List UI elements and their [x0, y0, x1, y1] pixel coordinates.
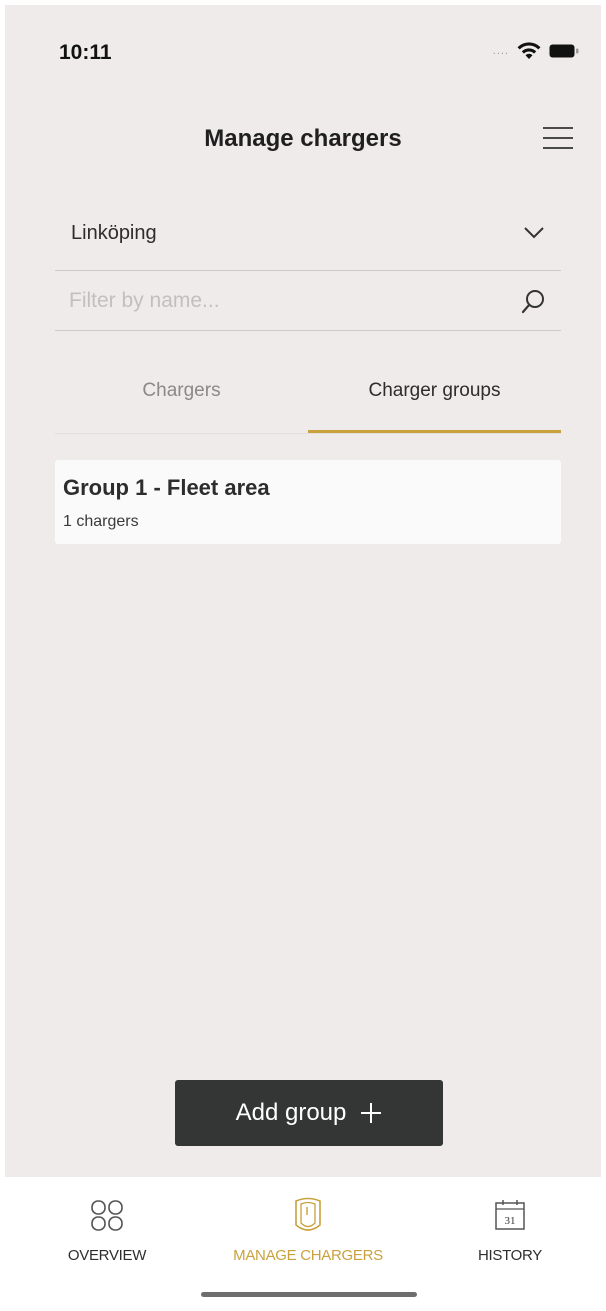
nav-history-label: HISTORY — [477, 1247, 543, 1264]
add-group-button[interactable]: Add group — [175, 1080, 443, 1146]
group-list-item[interactable]: Group 1 - Fleet area 1 chargers — [55, 460, 561, 544]
nav-overview[interactable]: OVERVIEW — [17, 1195, 197, 1264]
chevron-down-icon — [524, 227, 544, 239]
status-time: 10:11 — [59, 41, 112, 64]
location-dropdown[interactable]: Linköping — [55, 210, 561, 271]
plus-icon — [361, 1103, 382, 1123]
tab-chargers[interactable]: Chargers — [55, 365, 308, 433]
battery-icon — [549, 44, 579, 58]
search-input[interactable] — [67, 282, 491, 320]
status-icons: .... — [493, 41, 579, 61]
nav-manage-chargers-label: MANAGE CHARGERS — [233, 1247, 383, 1264]
page-title: Manage chargers — [204, 125, 402, 152]
charger-icon — [295, 1197, 321, 1231]
group-charger-count: 1 chargers — [63, 513, 139, 530]
nav-history[interactable]: 31 HISTORY — [420, 1195, 600, 1264]
overview-grid-icon — [91, 1200, 123, 1231]
signal-indicator: .... — [492, 44, 509, 57]
hamburger-menu-icon[interactable] — [541, 121, 575, 155]
calendar-day-number: 31 — [505, 1215, 516, 1227]
wifi-icon — [517, 42, 541, 59]
nav-manage-chargers[interactable]: MANAGE CHARGERS — [218, 1195, 398, 1264]
home-indicator — [201, 1292, 417, 1297]
group-name: Group 1 - Fleet area — [63, 475, 270, 500]
app-screen: 10:11 .... Manage chargers Linköping Fil… — [5, 5, 601, 1301]
tab-bar: Chargers Charger groups — [55, 365, 561, 434]
nav-overview-label: OVERVIEW — [67, 1247, 147, 1264]
bottom-nav: OVERVIEW MANAGE CHARGERS 31 HISTORY — [5, 1177, 601, 1301]
search-icon[interactable] — [521, 289, 545, 315]
search-field — [55, 272, 561, 331]
location-selected-value: Linköping — [71, 222, 157, 244]
add-group-label: Add group — [235, 1099, 347, 1126]
tab-charger-groups[interactable]: Charger groups — [308, 365, 561, 433]
calendar-icon: 31 — [495, 1200, 525, 1230]
